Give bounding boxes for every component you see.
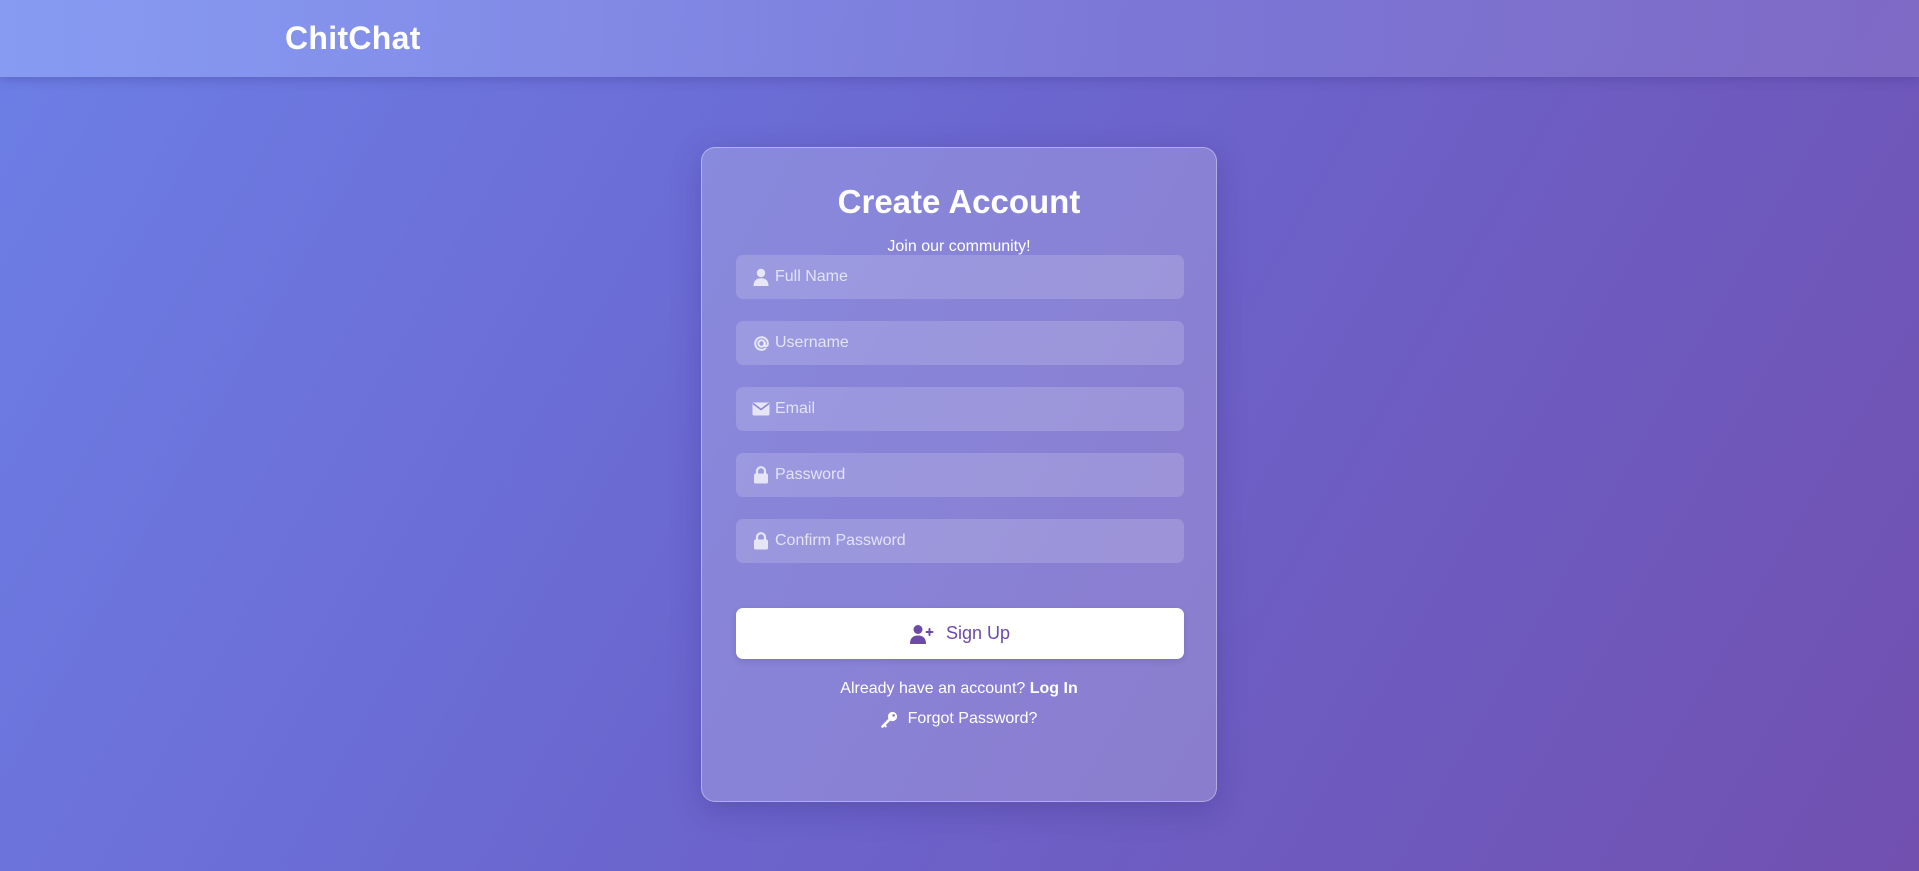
sign-up-button[interactable]: Sign Up [736, 608, 1184, 659]
lock-icon [751, 465, 771, 485]
card-subtitle: Join our community! [887, 238, 1031, 255]
brand-logo[interactable]: ChitChat [285, 20, 421, 57]
confirm-password-input[interactable] [775, 519, 1175, 563]
top-navbar: ChitChat [0, 0, 1919, 77]
envelope-icon [751, 399, 771, 419]
username-input[interactable] [775, 321, 1175, 365]
forgot-password-link[interactable]: Forgot Password? [702, 710, 1216, 728]
key-icon [880, 710, 899, 728]
full-name-input[interactable] [775, 255, 1175, 299]
full-name-field [736, 255, 1184, 299]
username-field [736, 321, 1184, 365]
at-icon [751, 333, 771, 353]
password-field [736, 453, 1184, 497]
log-in-link[interactable]: Log In [1030, 680, 1078, 697]
user-icon [751, 267, 771, 287]
confirm-password-field [736, 519, 1184, 563]
sign-up-label: Sign Up [945, 623, 1011, 643]
password-input[interactable] [775, 453, 1175, 497]
user-plus-icon [909, 623, 936, 645]
card-title: Create Account [837, 183, 1081, 220]
email-input[interactable] [775, 387, 1175, 431]
email-field [736, 387, 1184, 431]
signup-card: Create Account Join our community! Full … [701, 147, 1217, 802]
login-prompt-text: Already have an account? [840, 680, 1026, 697]
lock-icon [751, 531, 771, 551]
login-prompt-row: Already have an account? Log In [702, 680, 1216, 698]
forgot-password-label: Forgot Password? [907, 710, 1038, 727]
